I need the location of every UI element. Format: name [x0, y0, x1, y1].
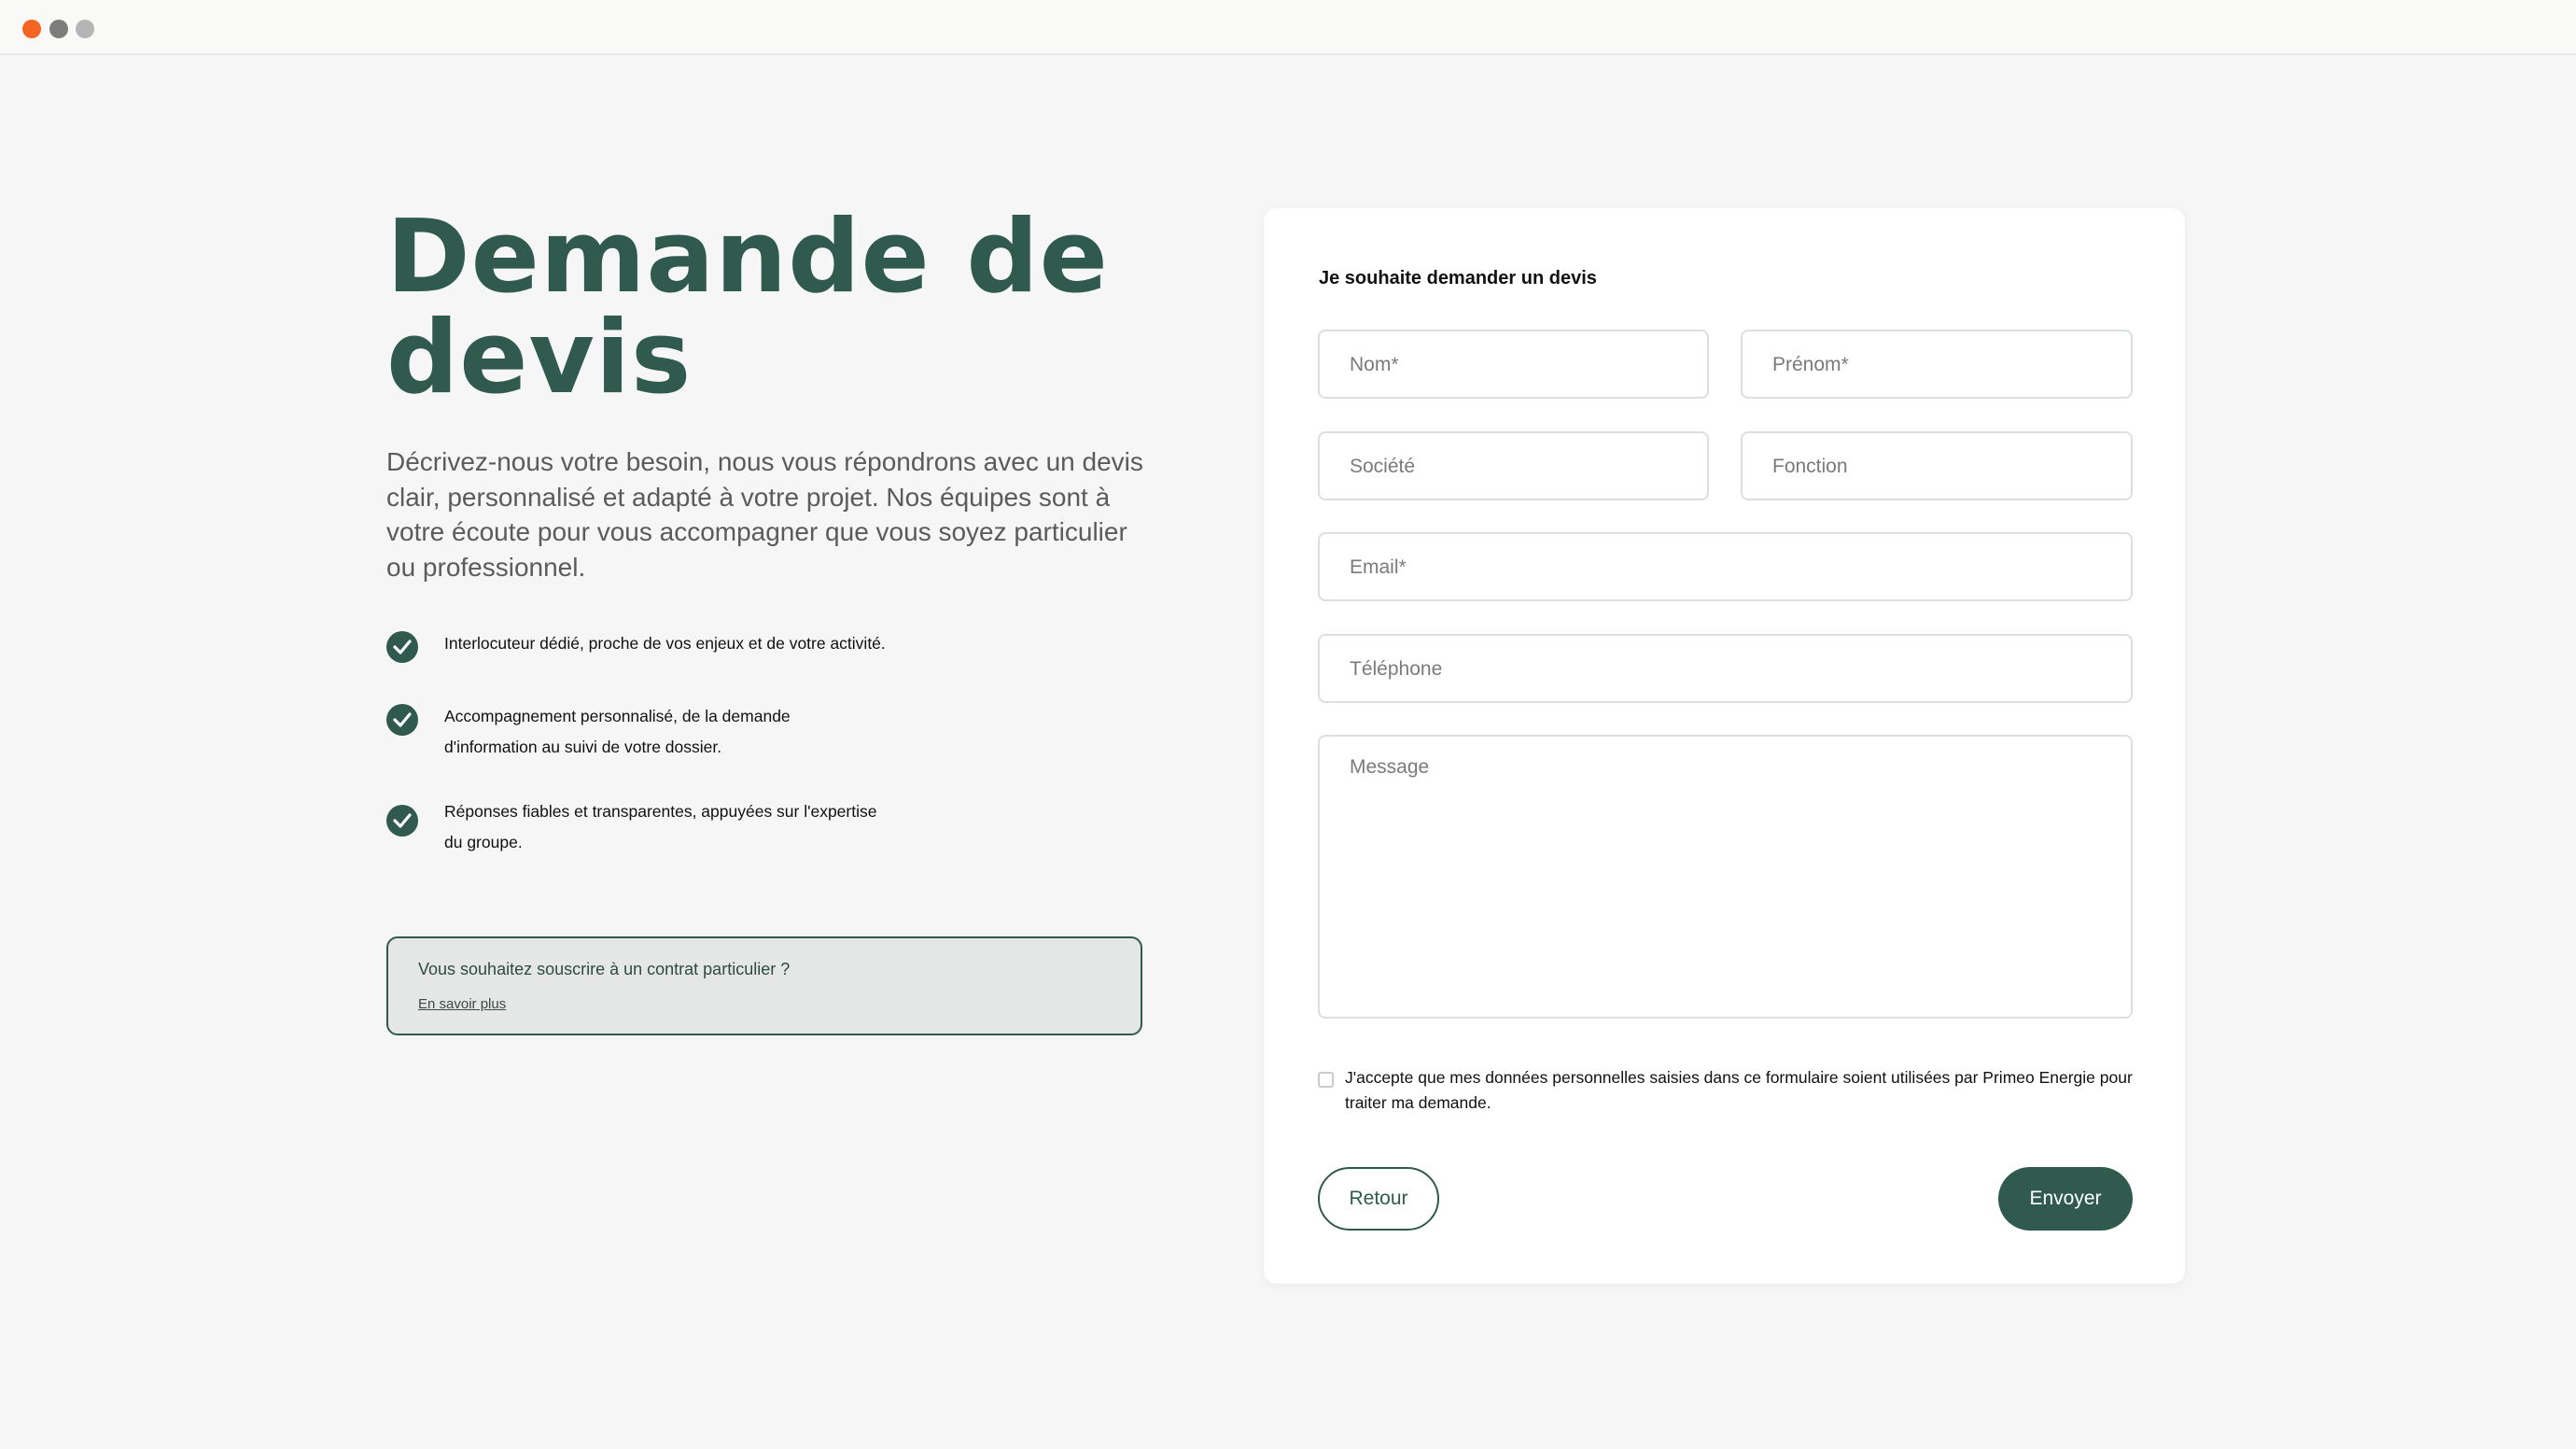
benefit-text: Réponses fiables et transparentes, appuy…: [444, 802, 877, 851]
window-minimize-button[interactable]: [49, 20, 68, 38]
submit-button[interactable]: Envoyer: [1998, 1167, 2133, 1231]
check-circle-icon: [386, 704, 418, 736]
telephone-field[interactable]: Téléphone: [1318, 634, 2133, 703]
window-zoom-button[interactable]: [76, 20, 94, 38]
form-heading: Je souhaite demander un devis: [1319, 268, 1597, 288]
notice-title: Vous souhaitez souscrire à un contrat pa…: [418, 960, 791, 978]
page-title: Demande de devis: [386, 199, 1109, 416]
back-button[interactable]: Retour: [1318, 1167, 1439, 1231]
email-field[interactable]: Email*: [1318, 532, 2133, 601]
telephone-placeholder: Téléphone: [1350, 658, 1443, 680]
nom-placeholder: Nom*: [1350, 354, 1399, 375]
prenom-field[interactable]: Prénom*: [1741, 330, 2133, 399]
particulier-notice: Vous souhaitez souscrire à un contrat pa…: [386, 936, 1142, 1035]
message-placeholder: Message: [1350, 756, 1430, 778]
window-close-button[interactable]: [22, 20, 41, 38]
page-description: Décrivez-nous votre besoin, nous vous ré…: [386, 447, 1143, 582]
email-placeholder: Email*: [1350, 556, 1407, 578]
fonction-placeholder: Fonction: [1772, 456, 1848, 477]
prenom-placeholder: Prénom*: [1772, 354, 1849, 375]
check-circle-icon: [386, 805, 418, 837]
societe-field[interactable]: Société: [1318, 431, 1709, 500]
window-titlebar: [0, 0, 2576, 55]
check-circle-icon: [386, 631, 418, 663]
fonction-field[interactable]: Fonction: [1741, 431, 2133, 500]
benefit-text: Interlocuteur dédié, proche de vos enjeu…: [444, 634, 886, 653]
nom-field[interactable]: Nom*: [1318, 330, 1709, 399]
societe-placeholder: Société: [1350, 456, 1416, 477]
quote-form-card: Je souhaite demander un devis Nom* Préno…: [1264, 208, 2185, 1284]
message-field[interactable]: Message: [1318, 735, 2133, 1019]
benefit-text: Accompagnement personnalisé, de la deman…: [444, 707, 791, 756]
learn-more-link[interactable]: En savoir plus: [418, 995, 506, 1014]
consent-checkbox[interactable]: [1318, 1072, 1334, 1088]
consent-label: J'accepte que mes données personnelles s…: [1345, 1068, 2133, 1112]
